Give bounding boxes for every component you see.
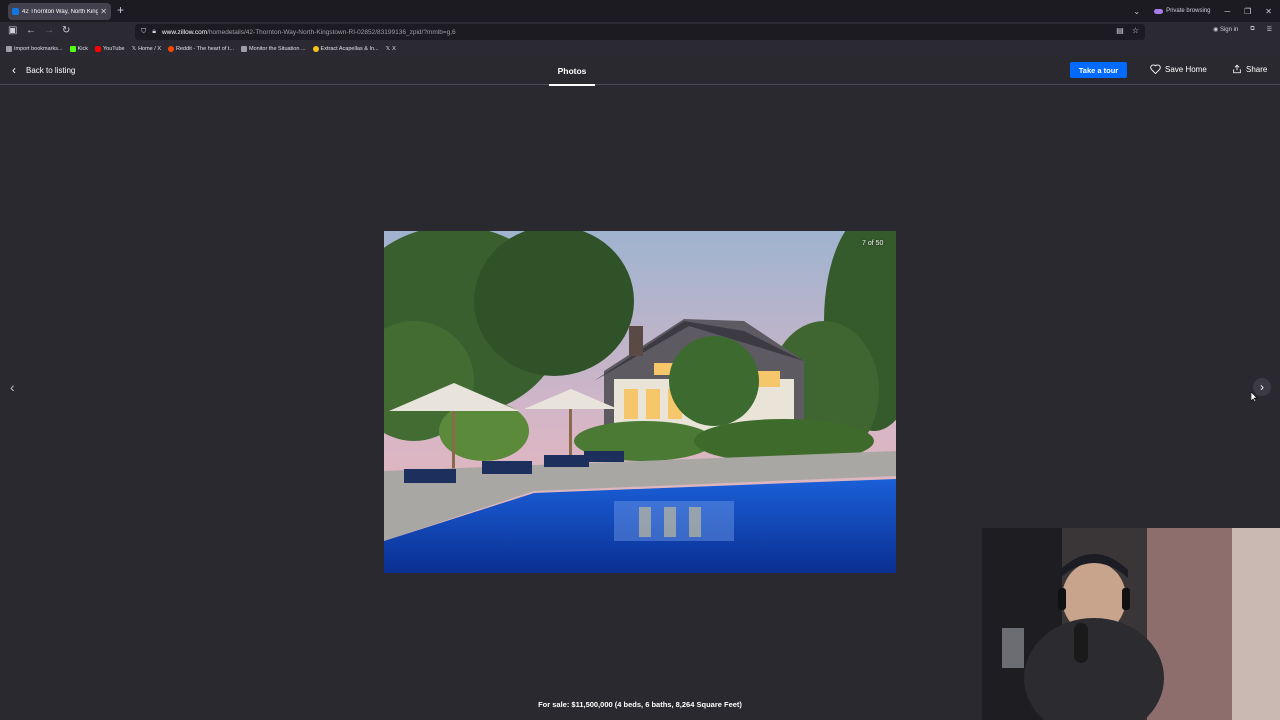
chevron-left-icon: ‹ (12, 63, 16, 77)
bookmark-label: X (392, 46, 396, 52)
private-browsing-label: Private browsing (1166, 8, 1211, 14)
kick-icon (69, 46, 76, 52)
bookmark-label: Extract Acapellas & In... (320, 46, 379, 52)
tracking-shield-icon[interactable]: ⛉ (141, 28, 146, 36)
account-sign-in[interactable]: ◉ Sign in (1213, 26, 1238, 33)
bookmark-star-icon[interactable]: ☆ (1132, 26, 1139, 35)
webcam-overlay (982, 528, 1280, 720)
photo-viewer-header: ‹ Back to listing Photos Take a tour Sav… (0, 56, 1280, 86)
previous-photo-button[interactable]: ‹ (10, 380, 24, 394)
bookmark-home-x[interactable]: 𝕏 Home / X (132, 46, 161, 52)
url-host: www.zillow.com (161, 28, 208, 36)
tab-title: 42 Thornton Way, North Kingst... (22, 8, 99, 15)
url-path: /homedetails/42-Thornton-Way-North-Kings… (207, 28, 456, 36)
photo-counter: 7 of 50 (862, 240, 884, 247)
address-bar[interactable]: ⛉ 🔒︎ www.zillow.com/homedetails/42-Thorn… (135, 24, 1145, 40)
bookmark-label: Reddit - The heart of t... (176, 46, 234, 52)
bookmark-youtube[interactable]: YouTube (95, 46, 125, 52)
bookmark-label: Monitor the Situation ... (248, 46, 306, 52)
tab-photos[interactable]: Photos (549, 56, 595, 86)
heart-icon (1150, 64, 1161, 74)
bookmark-monitor[interactable]: Monitor the Situation ... (240, 46, 306, 52)
browser-tab-bar: 42 Thornton Way, North Kingst... ✕ + ⌄ P… (0, 0, 1280, 22)
save-home-label: Save Home (1165, 64, 1207, 74)
bookmarks-bar: Import bookmarks... Kick YouTube 𝕏 Home /… (0, 42, 1280, 56)
private-browsing-indicator: Private browsing (1154, 8, 1210, 14)
monitor-icon (240, 46, 247, 52)
sidebar-toggle-icon[interactable]: ▣ (8, 25, 17, 36)
back-arrow-icon[interactable]: ← (26, 25, 36, 36)
tab-close-icon[interactable]: ✕ (100, 7, 107, 16)
bookmark-reddit[interactable]: Reddit - The heart of t... (168, 46, 234, 52)
bookmark-label: Kick (77, 46, 88, 52)
menu-icon[interactable]: ☰ (1267, 26, 1272, 33)
bookmark-label: Home / X (138, 46, 161, 52)
lock-icon[interactable]: 🔒︎ (152, 28, 156, 36)
minimize-icon[interactable]: ─ (1224, 7, 1230, 16)
private-mask-icon (1154, 8, 1164, 14)
bookmark-x[interactable]: 𝕏X (386, 46, 396, 52)
reader-view-icon[interactable]: ▤ (1116, 26, 1124, 35)
browser-nav-bar: ▣ ← → ↻ ⛉ 🔒︎ www.zillow.com/homedetails/… (0, 22, 1280, 42)
tab-list-chevron-icon[interactable]: ⌄ (1133, 7, 1140, 16)
share-button[interactable]: Share (1232, 64, 1267, 74)
back-to-listing-link[interactable]: ‹ Back to listing (12, 64, 75, 76)
import-icon (6, 46, 12, 52)
browser-tab-active[interactable]: 42 Thornton Way, North Kingst... ✕ (8, 3, 111, 20)
share-label: Share (1246, 64, 1268, 74)
back-to-listing-label: Back to listing (26, 65, 76, 75)
bookmark-kick[interactable]: Kick (69, 46, 88, 52)
bookmark-label: YouTube (103, 46, 125, 52)
x-logo-icon: 𝕏 (385, 46, 391, 52)
restore-icon[interactable]: ❐ (1244, 7, 1251, 16)
share-icon (1233, 64, 1241, 74)
listing-photo[interactable] (384, 231, 896, 573)
extensions-icon[interactable]: ⧉ (1250, 26, 1254, 33)
streamer-webcam-feed (982, 528, 1280, 720)
reload-icon[interactable]: ↻ (62, 25, 70, 36)
reddit-icon (168, 46, 174, 52)
sign-in-label: Sign in (1219, 27, 1239, 33)
tab-photos-label: Photos (557, 65, 587, 76)
youtube-icon (95, 46, 101, 52)
save-home-button[interactable]: Save Home (1150, 64, 1207, 74)
window-close-icon[interactable]: ✕ (1265, 7, 1272, 16)
bookmark-label: Import bookmarks... (14, 46, 63, 52)
take-a-tour-button[interactable]: Take a tour (1070, 62, 1127, 78)
x-logo-icon: 𝕏 (131, 46, 137, 52)
url-text: www.zillow.com/homedetails/42-Thornton-W… (162, 29, 456, 36)
extract-icon (312, 46, 319, 52)
bookmark-extract[interactable]: Extract Acapellas & In... (312, 46, 379, 52)
zillow-favicon-icon (12, 8, 19, 15)
new-tab-button[interactable]: + (117, 3, 124, 17)
mouse-cursor-icon (1251, 392, 1258, 402)
house-pool-photo (384, 231, 896, 573)
forward-arrow-icon[interactable]: → (44, 25, 54, 36)
bookmark-import[interactable]: Import bookmarks... (6, 46, 63, 52)
